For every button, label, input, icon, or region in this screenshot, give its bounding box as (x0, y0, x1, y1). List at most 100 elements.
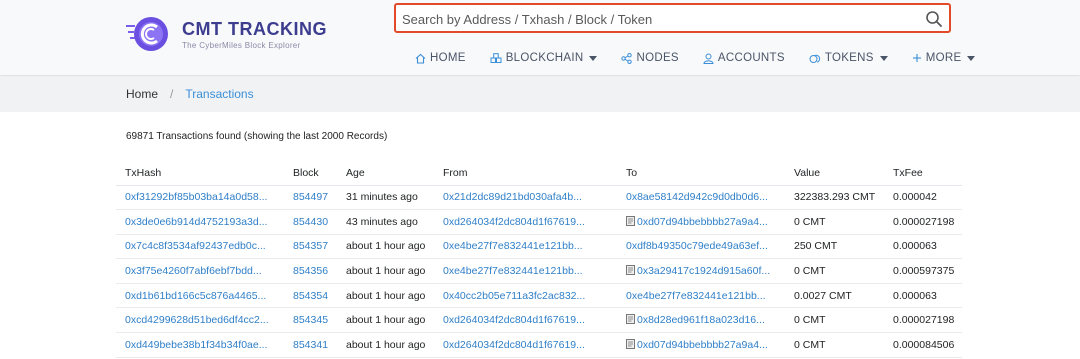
search-box (394, 3, 951, 33)
txhash-link[interactable]: 0xf31292bf85b03ba14a0d58... (125, 191, 267, 203)
breadcrumb-bar: Home / Transactions (0, 77, 1080, 112)
age-text: about 1 hour ago (346, 265, 426, 278)
value-text: 0.0027 CMT (794, 289, 852, 302)
user-icon (703, 53, 714, 64)
block-link[interactable]: 854430 (293, 216, 328, 228)
nav-accounts-label: ACCOUNTS (717, 52, 785, 64)
nav-tokens-label: TOKENS (824, 52, 874, 64)
contract-icon (626, 265, 635, 276)
from-address-link[interactable]: 0xe4be27f7e832441e121bb... (443, 265, 583, 277)
nav-more-label: MORE (925, 52, 962, 64)
column-header-age: Age (337, 161, 434, 186)
plus-icon (912, 54, 921, 62)
results-summary: 69871 Transactions found (showing the la… (126, 131, 388, 142)
nav-home[interactable]: HOME (415, 52, 466, 64)
block-link[interactable]: 854354 (293, 290, 328, 302)
transactions-body: 0xf31292bf85b03ba14a0d58... 854497 31 minu… (116, 185, 962, 358)
txfee-text: 0.000027198 (893, 215, 955, 228)
nav-accounts[interactable]: ACCOUNTS (703, 52, 785, 64)
value-text: 0 CMT (794, 265, 826, 278)
age-text: about 1 hour ago (346, 314, 426, 327)
nav-tokens[interactable]: TOKENS (809, 52, 888, 64)
table-row: 0xd449bebe38b1f34b34f0ae... 854341 about 1… (116, 332, 962, 358)
from-address-link[interactable]: 0xd264034f2dc804d1f67619... (443, 339, 585, 351)
table-row: 0xf31292bf85b03ba14a0d58... 854497 31 minu… (116, 185, 962, 211)
age-text: about 1 hour ago (346, 338, 426, 351)
to-address-link[interactable]: 0xd07d94bbebbbb27a9a4... (637, 216, 768, 228)
block-link[interactable]: 854357 (293, 240, 328, 252)
nav-nodes-label: NODES (636, 52, 679, 64)
home-icon (415, 53, 426, 64)
transactions-table: TxHash Block Age From To Value TxFee 0xf… (116, 161, 962, 358)
age-text: 31 minutes ago (346, 191, 418, 204)
age-text: about 1 hour ago (346, 240, 426, 253)
breadcrumb-home[interactable]: Home (126, 87, 158, 101)
to-address-link[interactable]: 0x8ae58142d942c9d0db0d6... (626, 191, 768, 203)
column-header-txfee: TxFee (884, 161, 962, 186)
to-address-link[interactable]: 0xd07d94bbebbbb27a9a4... (637, 339, 768, 351)
block-link[interactable]: 854341 (293, 339, 328, 351)
from-address-link[interactable]: 0x21d2dc89d21bd030afa4b... (443, 191, 582, 203)
value-text: 322383.293 CMT (794, 191, 876, 204)
txhash-link[interactable]: 0x7c4c8f3534af92437edb0c... (125, 240, 266, 252)
txfee-text: 0.000063 (893, 240, 937, 253)
block-link[interactable]: 854356 (293, 265, 328, 277)
txfee-text: 0.000597375 (893, 265, 955, 278)
cubes-icon (490, 52, 502, 63)
to-address-link[interactable]: 0xe4be27f7e832441e121bb... (626, 290, 766, 302)
column-header-to: To (617, 161, 785, 186)
from-address-link[interactable]: 0x40cc2b05e711a3fc2ac832... (443, 290, 585, 302)
search-input[interactable] (402, 9, 922, 29)
brand-title: CMT TRACKING (182, 18, 327, 39)
txhash-link[interactable]: 0xcd4299628d51bed6df4cc2... (125, 314, 269, 326)
share-icon (621, 52, 633, 64)
breadcrumb: Home / Transactions (126, 87, 254, 101)
block-link[interactable]: 854345 (293, 314, 328, 326)
nav-blockchain[interactable]: BLOCKCHAIN (490, 52, 598, 64)
contract-icon (626, 338, 635, 349)
txfee-text: 0.000027198 (893, 314, 955, 327)
table-row: 0xd1b61bd166c5c876a4465... 854354 about 1 … (116, 283, 962, 309)
chevron-down-icon (967, 55, 976, 61)
table-row: 0xcd4299628d51bed6df4cc2... 854345 about 1… (116, 307, 962, 334)
nav-more[interactable]: MORE (912, 52, 976, 64)
value-text: 0 CMT (794, 314, 826, 327)
from-address-link[interactable]: 0xe4be27f7e832441e121bb... (443, 240, 583, 252)
value-text: 0 CMT (794, 338, 826, 351)
breadcrumb-current: Transactions (185, 87, 254, 101)
column-header-txhash: TxHash (116, 161, 284, 186)
table-row: 0x3f75e4260f7abf6ebf7bdd... 854356 about 1… (116, 258, 962, 284)
value-text: 250 CMT (794, 240, 838, 253)
nav-home-label: HOME (430, 52, 466, 64)
age-text: about 1 hour ago (346, 289, 426, 302)
to-address-link[interactable]: 0x8d28ed961f18a023d16... (637, 314, 765, 326)
txfee-text: 0.000042 (893, 191, 937, 204)
table-row: 0x3de0e6b914d4752193a3d... 854430 43 minut… (116, 209, 962, 235)
txhash-link[interactable]: 0xd449bebe38b1f34b34f0ae... (125, 339, 267, 351)
age-text: 43 minutes ago (346, 215, 418, 228)
value-text: 0 CMT (794, 215, 826, 228)
from-address-link[interactable]: 0xd264034f2dc804d1f67619... (443, 216, 585, 228)
cmt-logo-icon (126, 17, 168, 51)
nav-nodes[interactable]: NODES (621, 52, 679, 64)
contract-icon (626, 215, 635, 226)
txhash-link[interactable]: 0xd1b61bd166c5c876a4465... (125, 290, 266, 302)
txhash-link[interactable]: 0x3de0e6b914d4752193a3d... (125, 216, 267, 228)
search-icon[interactable] (925, 10, 943, 28)
table-row: 0x7c4c8f3534af92437edb0c... 854357 about 1… (116, 234, 962, 260)
txhash-link[interactable]: 0x3f75e4260f7abf6ebf7bdd... (125, 265, 262, 277)
column-header-value: Value (785, 161, 884, 186)
coins-icon (809, 54, 820, 63)
chevron-down-icon (589, 55, 598, 61)
txfee-text: 0.000084506 (893, 338, 955, 351)
to-address-link[interactable]: 0x3a29417c1924d915a60f... (637, 265, 770, 277)
column-header-block: Block (284, 161, 337, 186)
brand-logo[interactable]: CMT TRACKING The CyberMiles Block Explor… (126, 14, 327, 54)
site-header: CMT TRACKING The CyberMiles Block Explor… (0, 0, 1080, 76)
brand-subtitle: The CyberMiles Block Explorer (182, 40, 301, 50)
to-address-link[interactable]: 0xdf8b49350c79ede49a63ef... (626, 240, 768, 252)
from-address-link[interactable]: 0xd264034f2dc804d1f67619... (443, 314, 585, 326)
block-link[interactable]: 854497 (293, 191, 328, 203)
nav-blockchain-label: BLOCKCHAIN (505, 52, 584, 64)
chevron-down-icon (879, 55, 888, 61)
